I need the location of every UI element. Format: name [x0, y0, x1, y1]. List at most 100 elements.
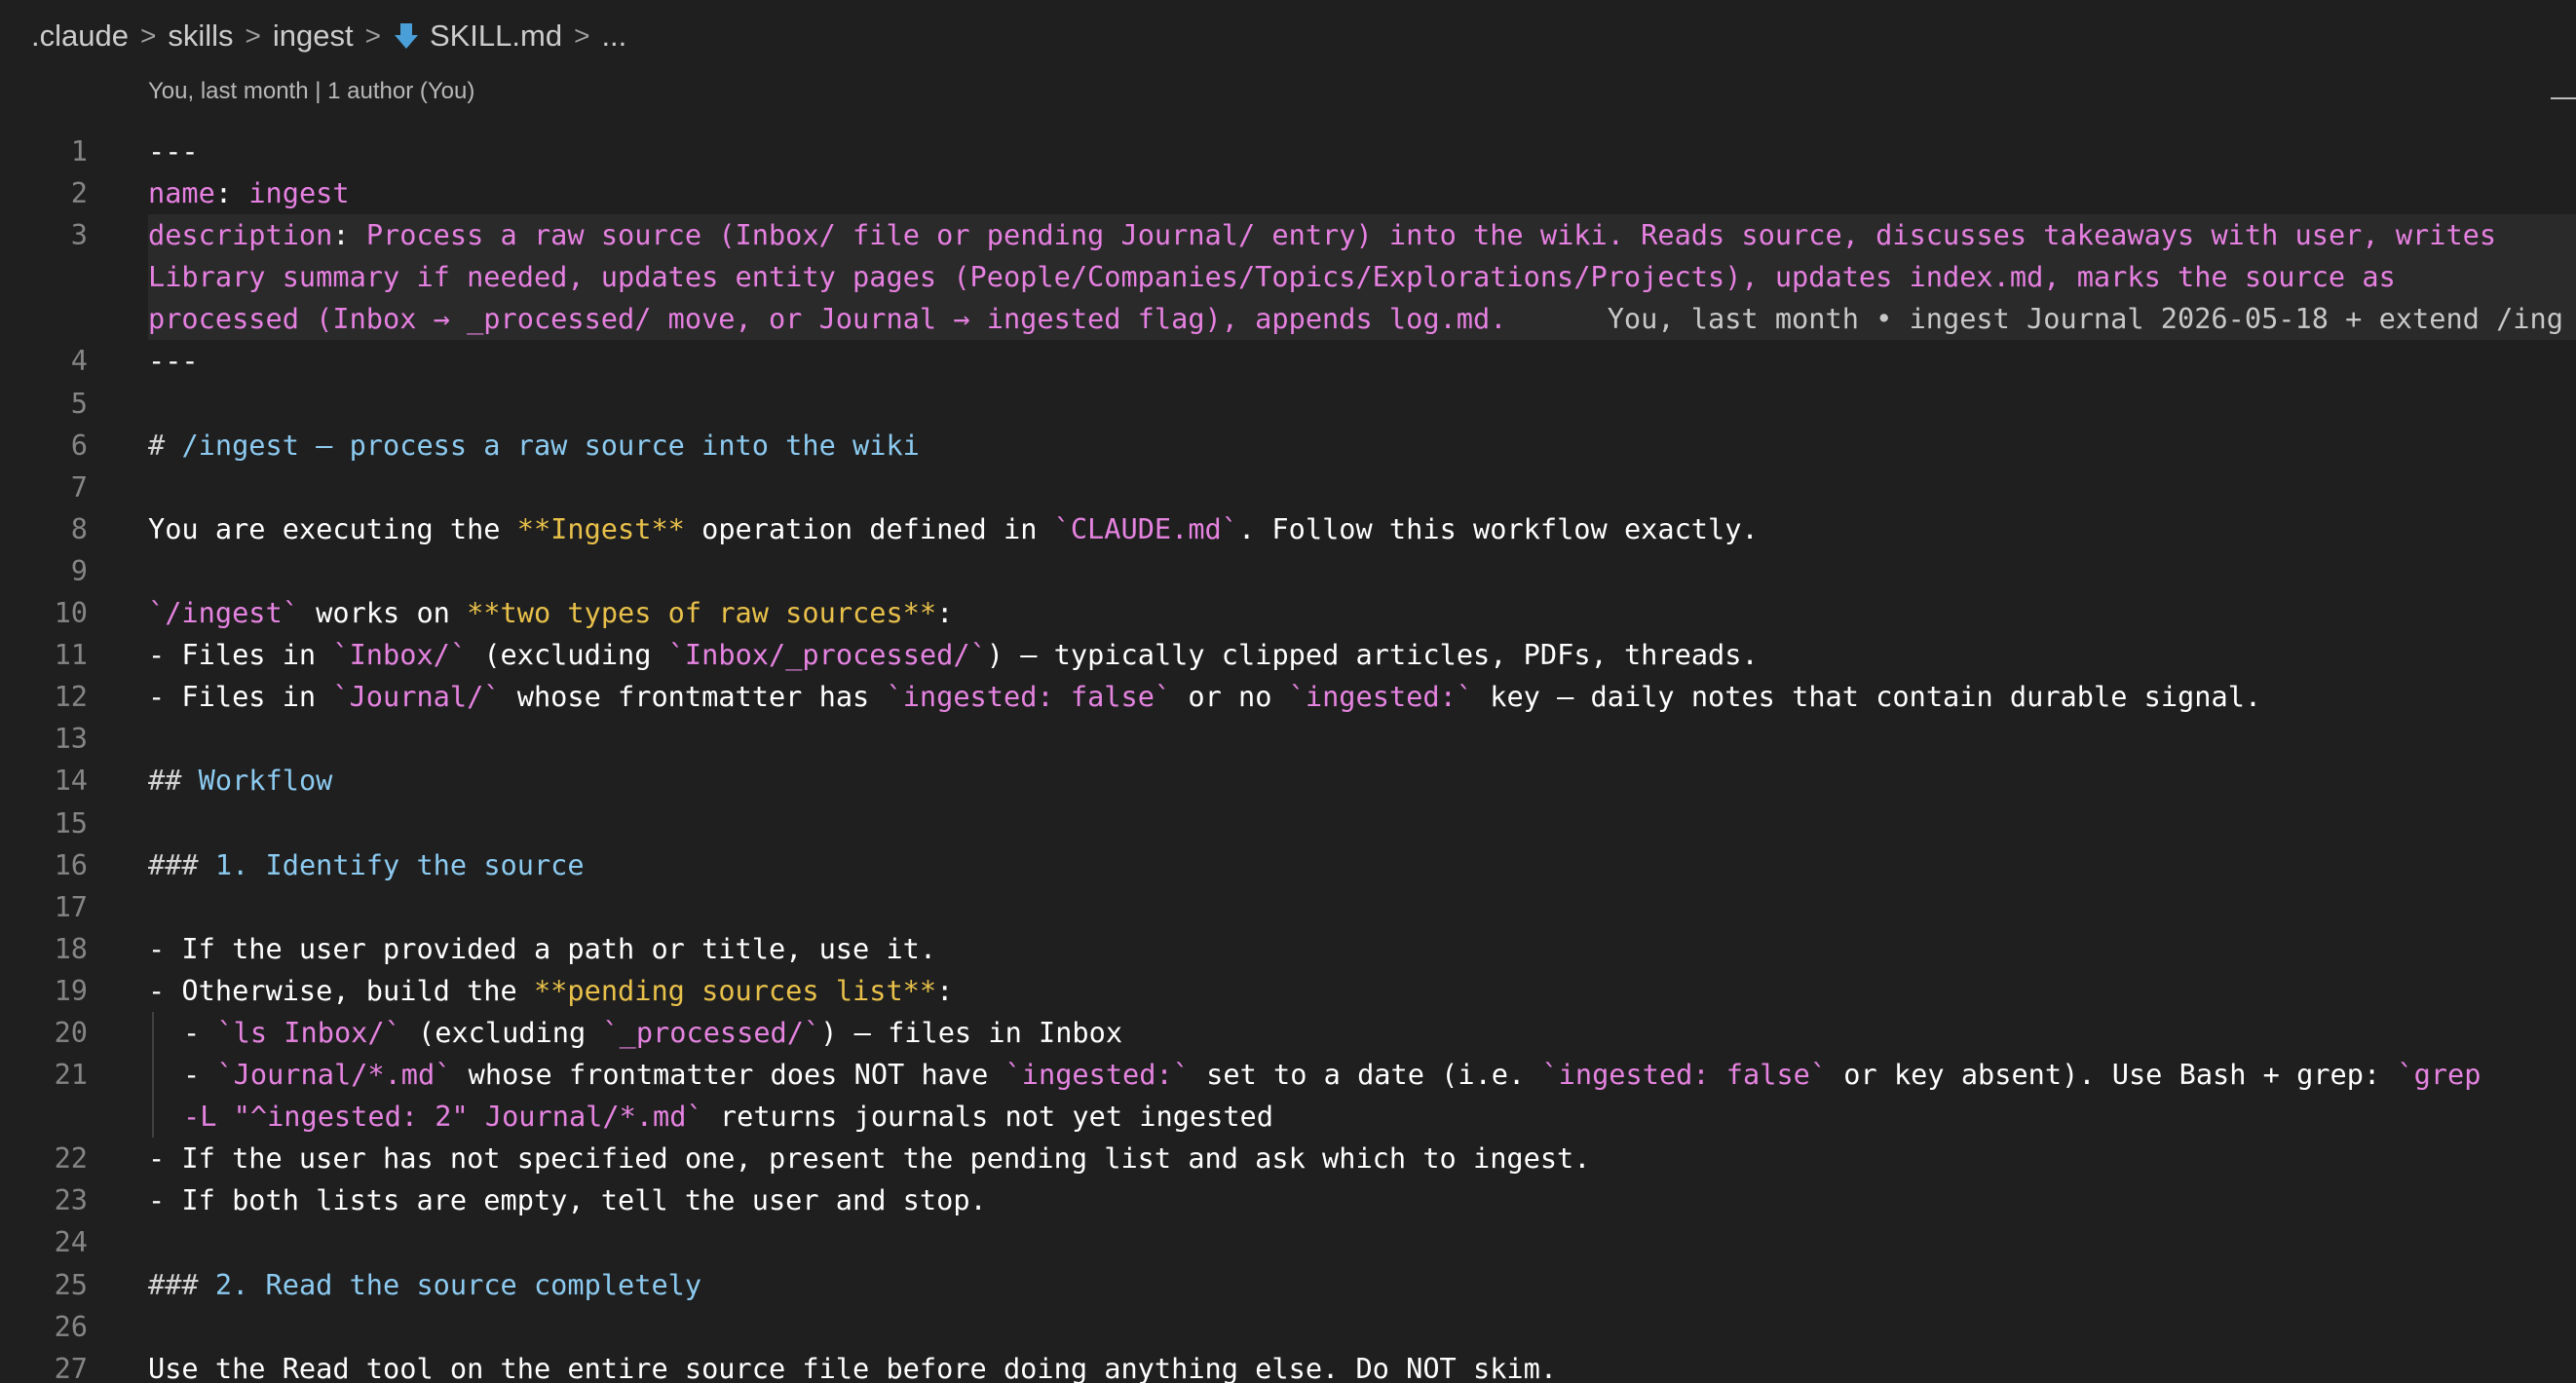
code-line[interactable]: -L "^ingested: 2" Journal/*.md` returns …: [0, 1096, 2576, 1139]
code-token: set to a date (i.e.: [1189, 1058, 1542, 1092]
code-token: Library summary if needed, updates entit…: [148, 260, 2396, 294]
code-text: # /ingest — process a raw source into th…: [148, 425, 920, 467]
line-number: 17: [54, 889, 88, 923]
breadcrumb-item[interactable]: skills: [168, 19, 233, 54]
code-line[interactable]: 27 Use the Read tool on the entire source…: [0, 1348, 2576, 1383]
indent-guide: [152, 1096, 154, 1139]
line-number: 1: [70, 134, 88, 168]
line-number: 11: [54, 638, 88, 672]
line-number: 4: [70, 344, 88, 378]
code-text: - Files in `Journal/` whose frontmatter …: [148, 676, 2261, 718]
line-number: 19: [54, 973, 88, 1007]
indent-guide: [152, 1011, 154, 1055]
code-token: `ingested: false`: [886, 680, 1172, 714]
code-token: -L "^ingested: 2" Journal/*.md`: [183, 1100, 703, 1134]
code-line[interactable]: 5: [0, 383, 2576, 425]
breadcrumb: .claude > skills > ingest > SKILL.md >...: [31, 14, 626, 58]
code-token: :: [332, 218, 366, 252]
code-token: name: [148, 176, 215, 210]
code-line[interactable]: 22 - If the user has not specified one, p…: [0, 1138, 2576, 1179]
code-token: (excluding: [467, 638, 668, 672]
code-token: 1. Identify the source: [214, 847, 585, 881]
code-token: `Inbox/_processed/`: [667, 638, 987, 672]
code-line[interactable]: 24: [0, 1221, 2576, 1263]
code-token: (excluding: [400, 1015, 603, 1049]
code-text: Use the Read tool on the entire source f…: [148, 1348, 1557, 1383]
code-text: You are executing the **Ingest** operati…: [148, 508, 1759, 550]
code-line[interactable]: 20 - `ls Inbox/` (excluding `_processed/`…: [0, 1011, 2576, 1055]
code-token: Use the Read tool on the entire source f…: [148, 1351, 1558, 1383]
line-number: 25: [54, 1267, 88, 1301]
blame-header[interactable]: You, last month | 1 author (You): [148, 78, 474, 105]
code-line[interactable]: 1 ---: [0, 131, 2576, 172]
code-line[interactable]: 6 # /ingest — process a raw source into t…: [0, 425, 2576, 467]
code-line[interactable]: 3 description: Process a raw source (Inbo…: [0, 214, 2576, 257]
line-number: 7: [70, 469, 88, 504]
code-token: /ingest — process a raw source into the …: [181, 428, 920, 462]
breadcrumb-item[interactable]: SKILL.md: [393, 19, 562, 54]
code-token: ##: [148, 764, 199, 798]
code-token: Workflow: [198, 764, 333, 798]
code-line[interactable]: 4 ---: [0, 340, 2576, 382]
code-text: description: Process a raw source (Inbox…: [148, 214, 2496, 256]
code-line[interactable]: Library summary if needed, updates entit…: [0, 256, 2576, 299]
code-token: `grep: [2397, 1058, 2481, 1092]
code-token: :: [936, 596, 954, 630]
code-token: key — daily notes that contain durable s…: [1473, 680, 2262, 714]
code-line[interactable]: 21 - `Journal/*.md` whose frontmatter doe…: [0, 1054, 2576, 1097]
code-line[interactable]: 11 - Files in `Inbox/` (excluding `Inbox/…: [0, 634, 2576, 676]
code-line[interactable]: 16 ### 1. Identify the source: [0, 844, 2576, 886]
code-line[interactable]: 17: [0, 886, 2576, 928]
markdown-file-icon: [394, 23, 418, 49]
code-editor[interactable]: 1 --- 2 name: ingest 3 description: Process a…: [0, 131, 2576, 1383]
code-line[interactable]: 14 ## Workflow: [0, 760, 2576, 802]
code-token: whose frontmatter does NOT have: [451, 1058, 1005, 1092]
code-line[interactable]: 18 - If the user provided a path or title…: [0, 928, 2576, 970]
code-text: -L "^ingested: 2" Journal/*.md` returns …: [183, 1096, 1273, 1138]
code-line[interactable]: 23 - If both lists are empty, tell the us…: [0, 1179, 2576, 1221]
line-number: 23: [54, 1183, 88, 1217]
line-number: 10: [54, 596, 88, 630]
inline-blame-annotation[interactable]: You, last month • ingest Journal 2026-05…: [1506, 302, 2563, 335]
line-number: 27: [54, 1351, 88, 1383]
code-line[interactable]: 2 name: ingest: [0, 172, 2576, 214]
code-token: whose frontmatter has: [500, 680, 887, 714]
line-number: 12: [54, 680, 88, 714]
code-token: You are executing the: [148, 511, 517, 545]
line-number: 5: [70, 386, 88, 420]
code-line[interactable]: 13: [0, 718, 2576, 760]
code-line[interactable]: 12 - Files in `Journal/` whose frontmatte…: [0, 676, 2576, 718]
code-line[interactable]: 9: [0, 550, 2576, 592]
code-line[interactable]: 7: [0, 467, 2576, 508]
line-number: 20: [54, 1015, 88, 1049]
code-token: `Journal/`: [332, 680, 501, 714]
breadcrumb-item[interactable]: ...: [601, 19, 626, 54]
code-text: processed (Inbox → _processed/ move, or …: [148, 298, 2563, 340]
code-token: - If the user has not specified one, pre…: [148, 1141, 1591, 1176]
breadcrumb-item[interactable]: ingest: [273, 19, 354, 54]
code-text: name: ingest: [148, 172, 350, 214]
code-line[interactable]: processed (Inbox → _processed/ move, or …: [0, 298, 2576, 341]
code-token: ###: [148, 847, 215, 881]
code-text: - Files in `Inbox/` (excluding `Inbox/_p…: [148, 634, 1759, 676]
code-line[interactable]: 25 ### 2. Read the source completely: [0, 1264, 2576, 1306]
code-text: - Otherwise, build the **pending sources…: [148, 970, 953, 1012]
code-token: `/ingest`: [148, 596, 299, 630]
code-line[interactable]: 10 `/ingest` works on **two types of raw …: [0, 592, 2576, 634]
minimap-indicator[interactable]: [2551, 97, 2576, 99]
code-token: **Ingest**: [516, 511, 685, 545]
indent-guide: [152, 1054, 154, 1097]
code-line[interactable]: 26: [0, 1306, 2576, 1348]
code-text: ## Workflow: [148, 760, 332, 802]
code-token: `CLAUDE.md`: [1053, 511, 1238, 545]
code-line[interactable]: 8 You are executing the **Ingest** operat…: [0, 508, 2576, 550]
code-token: ) — files in Inbox: [820, 1015, 1123, 1049]
code-token: **pending sources list**: [533, 973, 937, 1007]
breadcrumb-separator: >: [139, 20, 157, 51]
breadcrumb-separator: >: [364, 20, 381, 51]
code-line[interactable]: 19 - Otherwise, build the **pending sourc…: [0, 970, 2576, 1012]
code-token: - Files in: [148, 680, 333, 714]
code-text: Library summary if needed, updates entit…: [148, 256, 2396, 298]
breadcrumb-item[interactable]: .claude: [31, 19, 129, 54]
code-line[interactable]: 15: [0, 803, 2576, 844]
